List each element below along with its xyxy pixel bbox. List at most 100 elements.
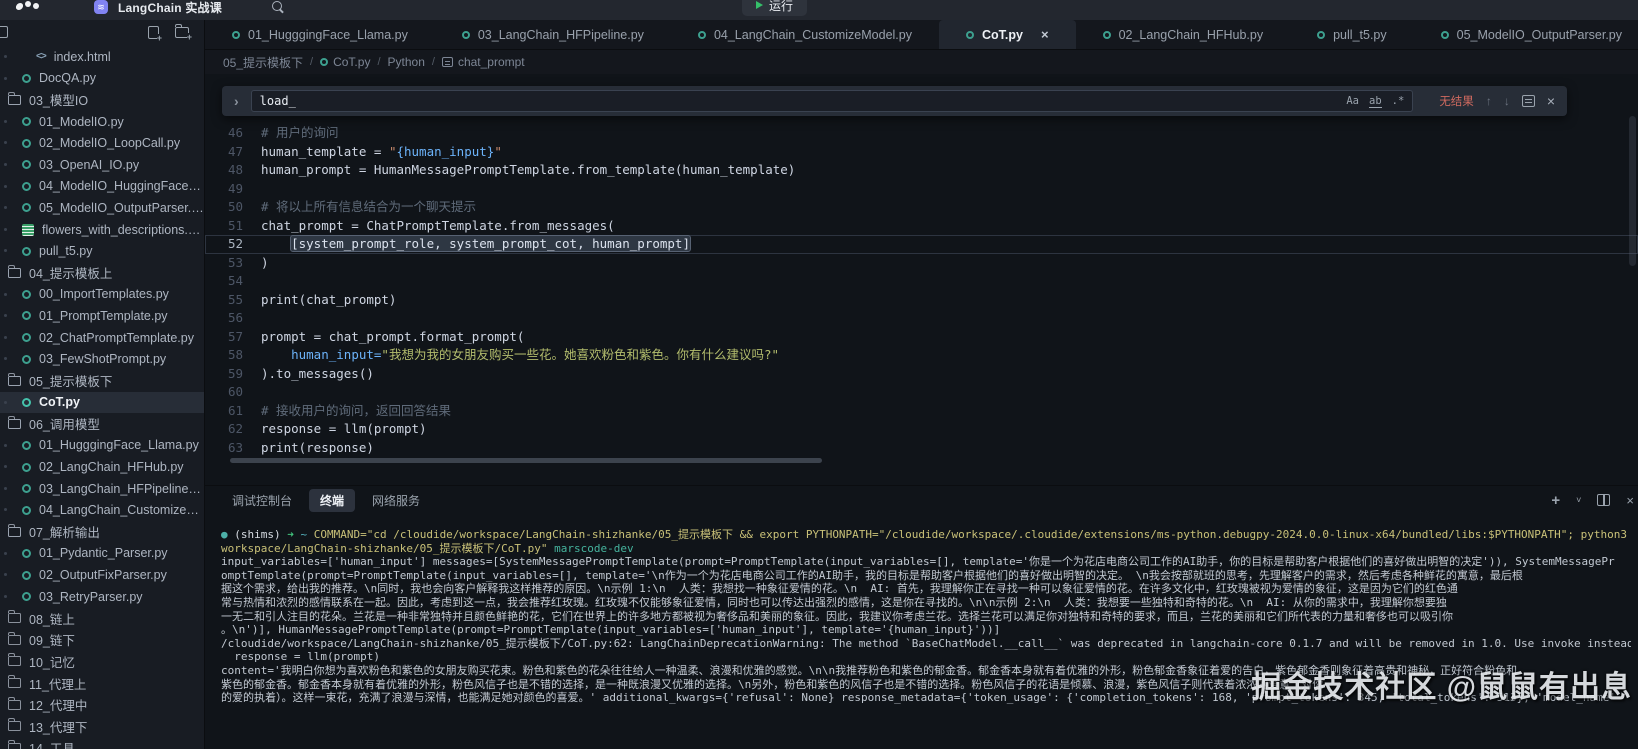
code-line[interactable]: 57prompt = chat_prompt.format_prompt( bbox=[205, 328, 1638, 347]
editor-tab[interactable]: 02_LangChain_HFHub.py bbox=[1076, 20, 1291, 49]
panel-close-icon[interactable]: × bbox=[1626, 493, 1634, 508]
tree-folder-item[interactable]: 05_提示模板下 bbox=[0, 370, 204, 392]
breadcrumb-folder[interactable]: 05_提示模板下 bbox=[223, 54, 303, 71]
code-line[interactable]: 49 bbox=[205, 180, 1638, 199]
panel-tab-item[interactable]: 网络服务 bbox=[361, 489, 431, 512]
editor-tab[interactable]: 01_HugggingFace_Llama.py bbox=[205, 20, 435, 49]
code-text: chat_prompt = ChatPromptTemplate.from_me… bbox=[261, 217, 615, 236]
tree-file-item[interactable]: flowers_with_descriptions.csv bbox=[0, 219, 204, 241]
breadcrumb-language[interactable]: Python bbox=[388, 55, 425, 69]
tree-folder-item[interactable]: 08_链上 bbox=[0, 607, 204, 629]
tree-file-item[interactable]: 02_OutputFixParser.py bbox=[0, 564, 204, 586]
split-terminal-icon[interactable] bbox=[1597, 494, 1610, 506]
tree-file-item[interactable]: pull_t5.py bbox=[0, 240, 204, 262]
explorer-files-icon[interactable] bbox=[0, 26, 8, 38]
tree-file-item[interactable]: 01_PromptTemplate.py bbox=[0, 305, 204, 327]
run-button[interactable]: 运行 bbox=[742, 0, 807, 16]
code-line[interactable]: 51chat_prompt = ChatPromptTemplate.from_… bbox=[205, 217, 1638, 236]
editor-tab[interactable]: pull_t5.py bbox=[1290, 20, 1414, 49]
tree-file-item[interactable]: 03_OpenAI_IO.py bbox=[0, 154, 204, 176]
code-line[interactable]: 58 human_input="我想为我的女朋友购买一些花。她喜欢粉色和紫色。你… bbox=[205, 346, 1638, 365]
code-line[interactable]: 47human_template = "{human_input}" bbox=[205, 143, 1638, 162]
code-line[interactable]: 62response = llm(prompt) bbox=[205, 420, 1638, 439]
code-line[interactable]: 56 bbox=[205, 309, 1638, 328]
regex-icon[interactable]: .* bbox=[1392, 95, 1405, 107]
tree-file-item[interactable]: 03_RetryParser.py bbox=[0, 586, 204, 608]
terminal-output[interactable]: ● (shims) ➜ ~ COMMAND="cd /cloudide/work… bbox=[221, 528, 1631, 749]
find-in-selection-icon[interactable] bbox=[1522, 95, 1535, 107]
breadcrumb-file[interactable]: CoT.py bbox=[320, 55, 370, 69]
search-icon[interactable] bbox=[272, 1, 284, 13]
tree-file-item[interactable]: 02_LangChain_HFHub.py bbox=[0, 456, 204, 478]
python-file-icon bbox=[22, 311, 31, 320]
panel-tab-item[interactable]: 调试控制台 bbox=[221, 489, 303, 512]
editor-tab[interactable]: 04_LangChain_CustomizeModel.py bbox=[671, 20, 939, 49]
tree-file-item[interactable]: 05_ModelIO_OutputParser.py bbox=[0, 197, 204, 219]
terminal-dropdown-icon[interactable]: ˅ bbox=[1576, 495, 1581, 505]
code-line[interactable]: 63print(response) bbox=[205, 439, 1638, 458]
close-tab-icon[interactable]: × bbox=[1041, 28, 1049, 41]
tree-folder-item[interactable]: 12_代理中 bbox=[0, 694, 204, 716]
new-file-icon[interactable] bbox=[148, 26, 159, 39]
vertical-scrollbar[interactable] bbox=[1629, 116, 1636, 266]
tree-file-item[interactable]: 02_ModelIO_LoopCall.py bbox=[0, 132, 204, 154]
python-file-icon bbox=[22, 571, 31, 580]
find-close-icon[interactable]: × bbox=[1547, 93, 1555, 109]
tree-item-label: 05_ModelIO_OutputParser.py bbox=[39, 201, 204, 215]
tree-file-item[interactable]: <>index.html bbox=[0, 46, 204, 68]
find-next-icon[interactable]: ↓ bbox=[1504, 94, 1510, 108]
code-line[interactable]: 59).to_messages() bbox=[205, 365, 1638, 384]
tree-folder-item[interactable]: 10_记忆 bbox=[0, 651, 204, 673]
tree-folder-item[interactable]: 06_调用模型 bbox=[0, 413, 204, 435]
find-previous-icon[interactable]: ↑ bbox=[1486, 94, 1492, 108]
tree-file-item[interactable]: 00_ImportTemplates.py bbox=[0, 284, 204, 306]
new-folder-icon[interactable] bbox=[175, 27, 189, 38]
code-line[interactable]: 50# 将以上所有信息结合为一个聊天提示 bbox=[205, 198, 1638, 217]
match-case-icon[interactable]: Aa bbox=[1346, 95, 1359, 107]
code-line[interactable]: 55print(chat_prompt) bbox=[205, 291, 1638, 310]
tree-folder-item[interactable]: 14_工具 bbox=[0, 737, 204, 749]
tree-file-item[interactable]: 03_LangChain_HFPipeline.py bbox=[0, 478, 204, 500]
editor-tab[interactable]: 05_ModelIO_OutputParser.py bbox=[1414, 20, 1638, 49]
line-number: 56 bbox=[205, 309, 243, 328]
python-file-icon bbox=[22, 333, 31, 342]
tree-folder-item[interactable]: 11_代理上 bbox=[0, 672, 204, 694]
tree-file-item[interactable]: DocQA.py bbox=[0, 68, 204, 90]
new-terminal-icon[interactable]: + bbox=[1551, 492, 1560, 509]
tree-folder-item[interactable]: 07_解析输出 bbox=[0, 521, 204, 543]
tree-folder-item[interactable]: 09_链下 bbox=[0, 629, 204, 651]
toggle-replace-icon[interactable]: › bbox=[234, 93, 239, 109]
code-line[interactable]: 54 bbox=[205, 272, 1638, 291]
tree-folder-item[interactable]: 03_模型IO bbox=[0, 89, 204, 111]
horizontal-scrollbar[interactable] bbox=[230, 458, 822, 463]
tree-file-item[interactable]: 01_ModelIO.py bbox=[0, 111, 204, 133]
code-line[interactable]: 61# 接收用户的询问，返回回答结果 bbox=[205, 402, 1638, 421]
find-input[interactable] bbox=[260, 94, 1337, 108]
whole-word-icon[interactable]: ab bbox=[1369, 95, 1382, 108]
tree-file-item[interactable]: 04_ModelIO_HuggingFace.py bbox=[0, 176, 204, 198]
tree-file-item[interactable]: 01_Pydantic_Parser.py bbox=[0, 543, 204, 565]
line-number: 59 bbox=[205, 365, 243, 384]
code-editor[interactable]: › Aa ab .* 无结果 ↑ ↓ × 46# 用户的询问47human_te… bbox=[205, 74, 1638, 485]
code-line[interactable]: 60 bbox=[205, 383, 1638, 402]
tree-folder-item[interactable]: 13_代理下 bbox=[0, 715, 204, 737]
tree-file-item[interactable]: CoT.py bbox=[0, 392, 204, 414]
code-line[interactable]: 48human_prompt = HumanMessagePromptTempl… bbox=[205, 161, 1638, 180]
python-file-icon bbox=[22, 74, 31, 83]
tree-file-item[interactable]: 01_HugggingFace_Llama.py bbox=[0, 435, 204, 457]
editor-tab[interactable]: 03_LangChain_HFPipeline.py bbox=[435, 20, 671, 49]
terminal-line: 。\n')], HumanMessagePromptTemplate(promp… bbox=[221, 623, 1631, 637]
breadcrumb-symbol[interactable]: chat_prompt bbox=[442, 55, 525, 69]
tree-folder-item[interactable]: 04_提示模板上 bbox=[0, 262, 204, 284]
tree-item-label: 03_FewShotPrompt.py bbox=[39, 352, 166, 366]
code-line[interactable]: 46# 用户的询问 bbox=[205, 124, 1638, 143]
editor-tab[interactable]: CoT.py× bbox=[939, 20, 1076, 49]
code-line[interactable]: 53) bbox=[205, 254, 1638, 273]
tree-file-item[interactable]: 02_ChatPromptTemplate.py bbox=[0, 327, 204, 349]
tree-file-item[interactable]: 04_LangChain_CustomizeMod... bbox=[0, 499, 204, 521]
code-line[interactable]: 52 [system_prompt_role, system_prompt_co… bbox=[205, 235, 1638, 254]
tree-item-label: 01_Pydantic_Parser.py bbox=[39, 546, 168, 560]
folder-open-icon bbox=[8, 419, 21, 429]
panel-tab-active[interactable]: 终端 bbox=[309, 489, 355, 512]
tree-file-item[interactable]: 03_FewShotPrompt.py bbox=[0, 348, 204, 370]
